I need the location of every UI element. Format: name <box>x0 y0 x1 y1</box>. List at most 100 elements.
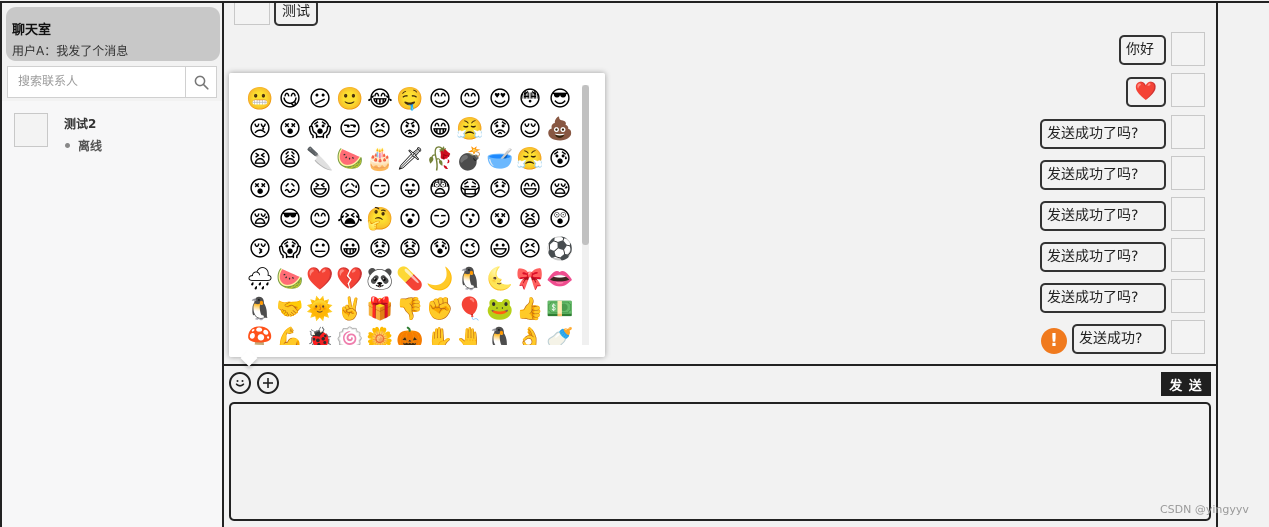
emoji-option[interactable]: 😱 <box>305 115 335 145</box>
emoji-option[interactable]: 👌 <box>515 325 545 345</box>
emoji-option[interactable]: 🐧 <box>455 265 485 295</box>
emoji-option[interactable]: 💣 <box>455 145 485 175</box>
emoji-option[interactable]: 😢 <box>245 115 275 145</box>
send-failed-icon[interactable]: ! <box>1041 328 1067 354</box>
emoji-option[interactable]: 🐸 <box>485 295 515 325</box>
emoji-option[interactable]: 😧 <box>395 235 425 265</box>
emoji-option[interactable]: ❤️ <box>305 265 335 295</box>
emoji-option[interactable]: 😵 <box>275 115 305 145</box>
emoji-option[interactable]: 😏 <box>365 175 395 205</box>
emoji-option[interactable]: 😗 <box>455 205 485 235</box>
emoji-option[interactable]: 🐞 <box>305 325 335 345</box>
emoji-option[interactable]: 🌧 <box>245 265 275 295</box>
emoji-option[interactable]: 😬 <box>245 85 275 115</box>
emoji-option[interactable]: 🎈 <box>455 295 485 325</box>
emoji-option[interactable]: 😟 <box>485 115 515 145</box>
emoji-option[interactable]: 🌞 <box>305 295 335 325</box>
contact-item[interactable]: 测试2 离线 <box>2 107 222 155</box>
emoji-option[interactable]: 😪 <box>245 205 275 235</box>
emoji-option[interactable]: 😃 <box>485 235 515 265</box>
emoji-option[interactable]: 😭 <box>335 205 365 235</box>
emoji-option[interactable]: 👄 <box>545 265 575 295</box>
emoji-option[interactable]: 😱 <box>275 235 305 265</box>
emoji-option[interactable]: 🎃 <box>395 325 425 345</box>
emoji-option[interactable]: 😏 <box>425 205 455 235</box>
emoji-option[interactable]: 😊 <box>425 85 455 115</box>
emoji-option[interactable]: 😳 <box>515 85 545 115</box>
send-button[interactable]: 发 送 <box>1161 372 1211 396</box>
emoji-option[interactable]: 🎁 <box>365 295 395 325</box>
emoji-option[interactable]: 🐧 <box>245 295 275 325</box>
emoji-option[interactable]: 😣 <box>515 235 545 265</box>
emoji-option[interactable]: 😲 <box>545 205 575 235</box>
emoji-option[interactable]: 🍉 <box>335 145 365 175</box>
emoji-option[interactable]: 😤 <box>455 115 485 145</box>
emoji-scrollbar-thumb[interactable] <box>582 85 589 245</box>
emoji-option[interactable]: 😷 <box>455 175 485 205</box>
emoji-option[interactable]: 💊 <box>395 265 425 295</box>
emoji-option[interactable]: 💵 <box>545 295 575 325</box>
emoji-option[interactable]: 😊 <box>305 205 335 235</box>
emoji-option[interactable]: 🍄 <box>245 325 275 345</box>
emoji-option[interactable]: 😋 <box>275 85 305 115</box>
emoji-option[interactable]: 😟 <box>365 235 395 265</box>
emoji-option[interactable]: 🤝 <box>275 295 305 325</box>
emoji-option[interactable]: 😐 <box>305 235 335 265</box>
emoji-option[interactable]: 😂 <box>365 85 395 115</box>
emoji-option[interactable]: 😰 <box>425 235 455 265</box>
emoji-option[interactable]: 🐧 <box>485 325 515 345</box>
emoji-option[interactable]: 💪 <box>275 325 305 345</box>
emoji-option[interactable]: 😌 <box>515 115 545 145</box>
emoji-option[interactable]: 🤤 <box>395 85 425 115</box>
emoji-option[interactable]: 🤔 <box>365 205 395 235</box>
emoji-option[interactable]: 😨 <box>425 175 455 205</box>
emoji-option[interactable]: ⚽ <box>545 235 575 265</box>
emoji-option[interactable]: 👍 <box>515 295 545 325</box>
emoji-option[interactable]: 🙂 <box>335 85 365 115</box>
emoji-option[interactable]: 🌜 <box>485 265 515 295</box>
emoji-option[interactable]: 😤 <box>515 145 545 175</box>
emoji-option[interactable]: 😁 <box>425 115 455 145</box>
chat-room-item[interactable]: 聊天室 用户A：我发了个消息 <box>6 7 220 61</box>
emoji-option[interactable]: 😒 <box>335 115 365 145</box>
emoji-option[interactable]: 🌙 <box>425 265 455 295</box>
search-button[interactable] <box>185 67 216 97</box>
emoji-option[interactable]: 😎 <box>545 85 575 115</box>
emoji-option[interactable]: 😖 <box>275 175 305 205</box>
emoji-option[interactable]: 😪 <box>545 175 575 205</box>
emoji-option[interactable]: 🔪 <box>305 145 335 175</box>
emoji-option[interactable]: 🎂 <box>365 145 395 175</box>
emoji-option[interactable]: 🌼 <box>365 325 395 345</box>
emoji-option[interactable]: 😛 <box>395 175 425 205</box>
emoji-option[interactable]: 😡 <box>395 115 425 145</box>
emoji-option[interactable]: 💔 <box>335 265 365 295</box>
emoji-option[interactable]: 😫 <box>245 145 275 175</box>
emoji-option[interactable]: 🗡 <box>395 145 425 175</box>
emoji-option[interactable]: 🍉 <box>275 265 305 295</box>
emoji-option[interactable]: 😉 <box>455 235 485 265</box>
message-input[interactable] <box>229 402 1211 521</box>
emoji-button[interactable] <box>229 372 251 394</box>
emoji-option[interactable]: 👎 <box>395 295 425 325</box>
emoji-option[interactable]: 🥀 <box>425 145 455 175</box>
emoji-scrollbar[interactable] <box>582 85 589 345</box>
emoji-option[interactable]: 🥣 <box>485 145 515 175</box>
add-attachment-button[interactable] <box>257 372 279 394</box>
emoji-option[interactable]: 😚 <box>245 235 275 265</box>
emoji-option[interactable]: 😄 <box>515 175 545 205</box>
emoji-option[interactable]: 😊 <box>455 85 485 115</box>
emoji-option[interactable]: 🐼 <box>365 265 395 295</box>
emoji-option[interactable]: 😥 <box>335 175 365 205</box>
emoji-option[interactable]: 😫 <box>515 205 545 235</box>
emoji-option[interactable]: ✊ <box>425 295 455 325</box>
emoji-option[interactable]: 🤚 <box>455 325 485 345</box>
emoji-option[interactable]: 🎀 <box>515 265 545 295</box>
emoji-option[interactable]: 😵 <box>245 175 275 205</box>
emoji-option[interactable]: 🍥 <box>335 325 365 345</box>
emoji-option[interactable]: 😎 <box>275 205 305 235</box>
emoji-option[interactable]: 🍼 <box>545 325 575 345</box>
emoji-option[interactable]: 😕 <box>305 85 335 115</box>
emoji-option[interactable]: 😣 <box>365 115 395 145</box>
emoji-option[interactable]: ✌️ <box>335 295 365 325</box>
emoji-option[interactable]: 😆 <box>305 175 335 205</box>
